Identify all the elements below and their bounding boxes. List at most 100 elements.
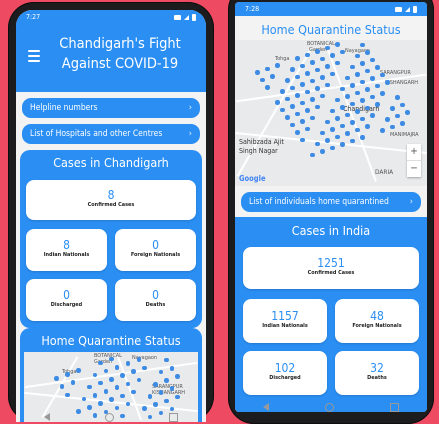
quarantine-marker[interactable] xyxy=(70,380,75,385)
quarantine-marker[interactable] xyxy=(290,67,295,72)
quarantine-marker[interactable] xyxy=(120,373,125,378)
quarantine-marker[interactable] xyxy=(350,64,355,69)
quarantine-marker[interactable] xyxy=(280,107,285,112)
quarantine-marker[interactable] xyxy=(310,78,315,83)
quarantine-marker[interactable] xyxy=(98,380,103,386)
quarantine-marker[interactable] xyxy=(142,365,147,371)
quarantine-marker[interactable] xyxy=(310,60,315,65)
quarantine-marker[interactable] xyxy=(380,128,385,133)
quarantine-marker[interactable] xyxy=(114,365,119,370)
quarantine-marker[interactable] xyxy=(335,97,340,102)
menu-icon[interactable] xyxy=(28,50,40,65)
recents-icon[interactable] xyxy=(390,402,399,412)
quarantine-marker[interactable] xyxy=(103,368,108,374)
quarantine-marker[interactable] xyxy=(390,106,395,111)
quarantine-marker[interactable] xyxy=(385,80,390,85)
zoom-out-button[interactable]: − xyxy=(407,161,421,177)
quarantine-marker[interactable] xyxy=(345,94,350,99)
quarantine-marker[interactable] xyxy=(390,124,395,129)
back-icon[interactable] xyxy=(263,403,269,411)
quarantine-marker[interactable] xyxy=(340,123,345,128)
quarantine-marker[interactable] xyxy=(158,390,163,395)
quarantine-marker[interactable] xyxy=(280,89,285,94)
quarantine-marker[interactable] xyxy=(315,67,320,72)
home-icon[interactable] xyxy=(325,402,334,412)
quarantine-marker[interactable] xyxy=(365,124,370,129)
quarantine-marker[interactable] xyxy=(375,65,380,70)
quarantine-marker[interactable] xyxy=(300,119,305,124)
quarantine-marker[interactable] xyxy=(265,85,270,90)
quarantine-marker[interactable] xyxy=(310,97,315,102)
quarantine-marker[interactable] xyxy=(350,83,355,88)
quarantine-marker[interactable] xyxy=(305,126,310,131)
quarantine-marker[interactable] xyxy=(330,108,335,113)
quarantine-marker[interactable] xyxy=(131,389,136,395)
quarantine-marker[interactable] xyxy=(320,149,325,154)
home-icon[interactable] xyxy=(104,412,114,422)
quarantine-marker[interactable] xyxy=(169,366,174,371)
quarantine-marker[interactable] xyxy=(360,116,365,121)
quarantine-marker[interactable] xyxy=(295,56,300,61)
quarantine-marker[interactable] xyxy=(310,115,315,120)
quarantine-marker[interactable] xyxy=(315,49,320,54)
quarantine-marker[interactable] xyxy=(355,127,360,132)
quarantine-marker[interactable] xyxy=(320,130,325,135)
quarantine-marker[interactable] xyxy=(300,63,305,68)
quarantine-marker[interactable] xyxy=(295,111,300,116)
quarantine-marker[interactable] xyxy=(295,93,300,98)
quarantine-marker[interactable] xyxy=(54,376,59,381)
quarantine-marker[interactable] xyxy=(81,396,86,402)
quarantine-marker[interactable] xyxy=(370,57,375,62)
quarantine-marker[interactable] xyxy=(285,78,290,83)
quarantine-marker[interactable] xyxy=(65,392,70,397)
quarantine-marker[interactable] xyxy=(305,71,310,76)
quarantine-marker[interactable] xyxy=(375,83,380,88)
quarantine-marker[interactable] xyxy=(335,60,340,65)
quarantine-marker[interactable] xyxy=(365,105,370,110)
quarantine-marker[interactable] xyxy=(370,113,375,118)
quarantine-marker[interactable] xyxy=(142,406,147,411)
quarantine-marker[interactable] xyxy=(320,56,325,61)
quarantine-marker[interactable] xyxy=(290,122,295,127)
quarantine-marker[interactable] xyxy=(169,386,174,391)
quarantine-marker[interactable] xyxy=(395,95,400,100)
quarantine-marker[interactable] xyxy=(98,401,103,406)
quarantine-marker[interactable] xyxy=(125,361,130,366)
quarantine-marker[interactable] xyxy=(109,377,114,382)
quarantine-marker[interactable] xyxy=(125,381,130,386)
quarantine-marker[interactable] xyxy=(360,98,365,103)
quarantine-marker[interactable] xyxy=(315,141,320,146)
quarantine-marker[interactable] xyxy=(365,50,370,55)
quarantine-marker[interactable] xyxy=(385,117,390,122)
quarantine-marker[interactable] xyxy=(87,384,92,390)
quarantine-marker[interactable] xyxy=(255,70,260,75)
quarantine-marker[interactable] xyxy=(59,384,64,389)
quarantine-marker[interactable] xyxy=(345,131,350,136)
quarantine-marker[interactable] xyxy=(325,64,330,69)
quarantine-marker[interactable] xyxy=(325,45,330,50)
quarantine-marker[interactable] xyxy=(345,112,350,117)
quarantine-marker[interactable] xyxy=(285,115,290,120)
quarantine-marker[interactable] xyxy=(109,356,114,362)
quarantine-marker[interactable] xyxy=(360,61,365,66)
quarantine-marker[interactable] xyxy=(340,86,345,91)
quarantine-marker[interactable] xyxy=(164,378,169,383)
quarantine-marker[interactable] xyxy=(325,82,330,87)
quarantine-marker[interactable] xyxy=(325,119,330,124)
quarantine-marker[interactable] xyxy=(395,113,400,118)
quarantine-marker[interactable] xyxy=(335,42,340,47)
quarantine-marker[interactable] xyxy=(114,405,119,411)
quarantine-list-button[interactable]: List of individuals home quarantined › xyxy=(241,192,421,212)
quarantine-marker[interactable] xyxy=(325,138,330,143)
quarantine-marker[interactable] xyxy=(320,75,325,80)
quarantine-marker[interactable] xyxy=(109,397,114,402)
quarantine-marker[interactable] xyxy=(370,94,375,99)
quarantine-marker[interactable] xyxy=(370,76,375,81)
quarantine-marker[interactable] xyxy=(400,121,405,126)
quarantine-marker[interactable] xyxy=(92,372,97,378)
quarantine-marker[interactable] xyxy=(87,405,92,410)
quarantine-marker[interactable] xyxy=(114,385,119,390)
quarantine-marker[interactable] xyxy=(380,91,385,96)
hospitals-button[interactable]: List of Hospitals and other Centres › xyxy=(22,124,200,144)
quarantine-marker[interactable] xyxy=(305,89,310,94)
